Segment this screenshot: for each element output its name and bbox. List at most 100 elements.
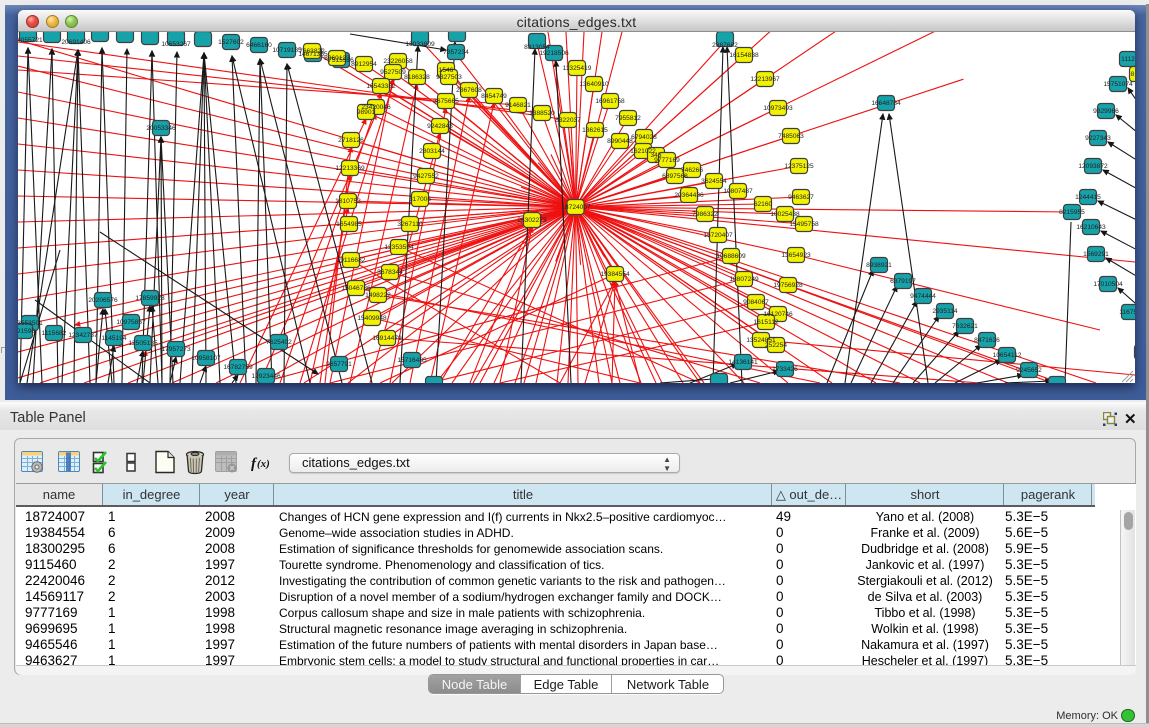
svg-text:14136141: 14136141 xyxy=(728,359,758,366)
svg-text:3624554: 3624554 xyxy=(701,178,727,185)
svg-text:9327503: 9327503 xyxy=(436,74,462,81)
svg-text:12213369: 12213369 xyxy=(335,165,365,172)
svg-text:2867608: 2867608 xyxy=(456,87,482,94)
svg-text:1112: 1112 xyxy=(1121,56,1135,63)
svg-text:16782759: 16782759 xyxy=(223,364,253,371)
svg-text:2803144: 2803144 xyxy=(419,148,445,155)
svg-text:9474444: 9474444 xyxy=(910,293,936,300)
svg-text:6379197: 6379197 xyxy=(890,278,916,285)
svg-text:16210643: 16210643 xyxy=(1076,224,1106,231)
svg-text:17957273: 17957273 xyxy=(161,346,191,353)
svg-text:1145194: 1145194 xyxy=(101,335,127,342)
svg-text:7485063: 7485063 xyxy=(778,133,804,140)
svg-text:391590: 391590 xyxy=(18,328,35,335)
svg-text:12342737: 12342737 xyxy=(68,332,98,339)
svg-text:98901: 98901 xyxy=(357,109,376,116)
svg-text:14055721: 14055721 xyxy=(18,37,43,44)
svg-text:9146821: 9146821 xyxy=(505,102,531,109)
svg-text:10653267: 10653267 xyxy=(161,41,191,48)
svg-text:12375125: 12375125 xyxy=(784,163,814,170)
svg-text:1810753: 1810753 xyxy=(335,198,361,205)
svg-text:15751074: 15751074 xyxy=(1103,81,1133,88)
svg-text:20364436: 20364436 xyxy=(674,192,704,199)
svg-text:16154838: 16154838 xyxy=(729,52,759,59)
svg-text:25302273: 25302273 xyxy=(517,217,547,224)
svg-text:3553501: 3553501 xyxy=(18,320,43,327)
svg-text:12093872: 12093872 xyxy=(1078,163,1108,170)
svg-text:7857234: 7857234 xyxy=(443,49,469,56)
svg-text:317006: 317006 xyxy=(409,196,431,203)
svg-text:9463627: 9463627 xyxy=(788,194,814,201)
svg-text:1527602: 1527602 xyxy=(218,39,244,46)
svg-text:13654923: 13654923 xyxy=(781,252,811,259)
svg-text:2718126: 2718126 xyxy=(338,137,364,144)
svg-text:9227343: 9227343 xyxy=(1085,135,1111,142)
svg-text:1546: 1546 xyxy=(439,67,454,74)
svg-text:9245652: 9245652 xyxy=(1016,367,1042,374)
svg-text:12353594: 12353594 xyxy=(384,244,414,251)
svg-text:1244415: 1244415 xyxy=(1075,194,1101,201)
svg-text:16033809: 16033809 xyxy=(405,41,435,48)
svg-text:8938921: 8938921 xyxy=(866,262,892,269)
svg-text:8180: 8180 xyxy=(1131,71,1135,78)
svg-text:18724007: 18724007 xyxy=(561,204,591,211)
svg-text:15046786: 15046786 xyxy=(341,285,371,292)
svg-text:10958107: 10958107 xyxy=(191,355,221,362)
svg-text:16648784: 16648784 xyxy=(871,100,901,107)
svg-text:1115682: 1115682 xyxy=(42,330,67,337)
svg-text:8322037: 8322037 xyxy=(555,117,581,124)
svg-text:9427552: 9427552 xyxy=(413,173,439,180)
svg-text:8215955: 8215955 xyxy=(1059,209,1085,216)
svg-text:1569291: 1569291 xyxy=(1083,251,1109,258)
svg-text:15720407: 15720407 xyxy=(703,232,733,239)
svg-text:8454749: 8454749 xyxy=(481,93,507,100)
svg-text:16961758: 16961758 xyxy=(595,98,625,105)
svg-text:10973493: 10973493 xyxy=(763,105,793,112)
svg-text:12923446: 12923446 xyxy=(251,373,281,380)
svg-text:13640910: 13640910 xyxy=(579,81,609,88)
svg-text:1733426: 1733426 xyxy=(772,366,798,373)
svg-text:19116682: 19116682 xyxy=(337,257,366,264)
svg-text:6897568: 6897568 xyxy=(662,173,688,180)
svg-text:252254: 252254 xyxy=(765,342,787,349)
svg-text:3267110: 3267110 xyxy=(397,221,423,228)
svg-text:9329966: 9329966 xyxy=(1093,108,1119,115)
svg-text:16120746: 16120746 xyxy=(763,311,793,318)
svg-text:15495758: 15495758 xyxy=(789,221,819,228)
svg-text:(x): (x) xyxy=(257,458,270,470)
svg-text:6794028: 6794028 xyxy=(631,134,657,141)
svg-text:17010504: 17010504 xyxy=(1093,281,1123,288)
svg-text:12505135: 12505135 xyxy=(128,340,158,347)
svg-text:10975857: 10975857 xyxy=(116,319,146,326)
svg-text:10807487: 10807487 xyxy=(723,188,753,195)
svg-text:3675665: 3675665 xyxy=(433,98,459,105)
svg-text:1498222: 1498222 xyxy=(365,292,391,299)
svg-text:7955812: 7955812 xyxy=(615,115,641,122)
svg-text:18807249: 18807249 xyxy=(729,276,759,283)
svg-text:8990448: 8990448 xyxy=(607,138,633,145)
svg-text:9777169: 9777169 xyxy=(654,157,680,164)
svg-text:10654112: 10654112 xyxy=(993,352,1022,359)
svg-text:1615112: 1615112 xyxy=(753,319,779,326)
svg-text:7663822: 7663822 xyxy=(299,48,325,55)
svg-text:10025438: 10025438 xyxy=(770,211,800,218)
svg-text:23226058: 23226058 xyxy=(383,58,413,65)
svg-text:7986322: 7986322 xyxy=(692,211,718,218)
svg-text:15716485: 15716485 xyxy=(397,357,427,364)
svg-text:2935114: 2935114 xyxy=(932,308,958,315)
svg-text:16543382: 16543382 xyxy=(366,83,396,90)
svg-text:2887682: 2887682 xyxy=(712,42,738,49)
svg-text:7625402: 7625402 xyxy=(266,339,292,346)
svg-text:7632621: 7632621 xyxy=(952,323,978,330)
svg-text:9084067: 9084067 xyxy=(743,299,769,306)
svg-text:8186328: 8186328 xyxy=(404,74,430,81)
svg-text:1388520: 1388520 xyxy=(529,110,555,117)
svg-text:1654985: 1654985 xyxy=(336,221,362,228)
svg-text:19218506: 19218506 xyxy=(539,50,569,57)
svg-text:20691406: 20691406 xyxy=(61,39,91,46)
svg-text:15409948: 15409948 xyxy=(357,315,387,322)
svg-text:19384554: 19384554 xyxy=(600,271,630,278)
svg-text:62160: 62160 xyxy=(754,201,773,208)
svg-text:8912954: 8912954 xyxy=(351,61,377,68)
svg-text:8960123: 8960123 xyxy=(324,55,350,62)
